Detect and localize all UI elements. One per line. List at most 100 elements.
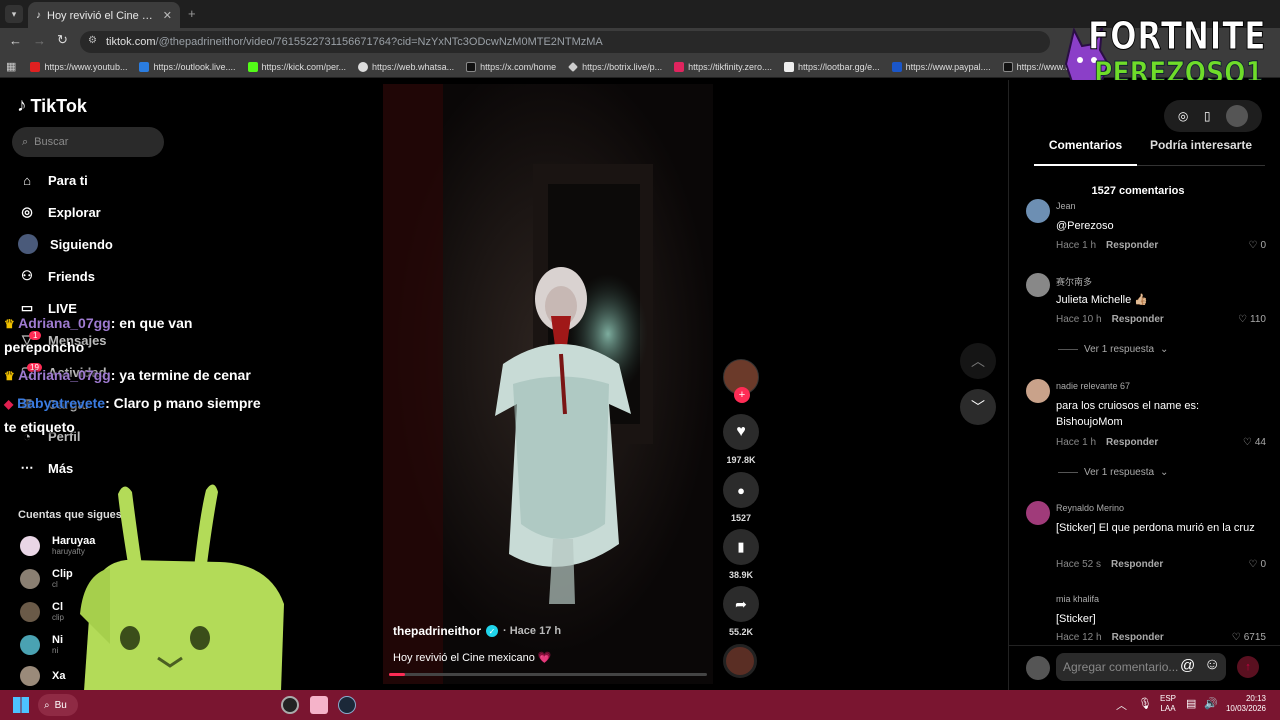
- reload-icon[interactable]: ↻: [57, 32, 68, 48]
- nav-para-ti[interactable]: ⌂ Para ti: [0, 164, 185, 196]
- close-tab-icon[interactable]: ✕: [163, 9, 172, 22]
- lootbar-icon: [784, 61, 795, 72]
- next-video-button[interactable]: ﹀: [960, 389, 996, 425]
- site-info-icon[interactable]: ⚙: [88, 35, 97, 46]
- tab-title: Hoy revivió el Cine mexicano 💗: [47, 9, 157, 22]
- avatar: [1026, 656, 1050, 680]
- steam-icon[interactable]: [338, 696, 356, 714]
- bookmark-youtube[interactable]: https://www.youtub...: [24, 57, 133, 77]
- comment-like[interactable]: ♡ 110: [1238, 314, 1266, 325]
- language-indicator[interactable]: ESP LAA: [1160, 694, 1176, 714]
- post-comment-button[interactable]: ↑: [1237, 656, 1259, 678]
- comment-user[interactable]: 赛尔南多: [1056, 275, 1092, 288]
- heart-icon: ♥: [736, 423, 746, 440]
- gem-icon: ◆: [4, 397, 14, 411]
- mention-icon[interactable]: @: [1180, 657, 1195, 674]
- chat-user: Babyatrevete: [17, 395, 106, 411]
- apps-icon[interactable]: ▦: [6, 60, 16, 73]
- obs-icon[interactable]: [281, 696, 299, 714]
- volume-icon[interactable]: 🔊: [1204, 697, 1218, 710]
- comment-user[interactable]: Jean: [1056, 201, 1076, 211]
- music-disc[interactable]: [723, 644, 757, 678]
- avatar: [1026, 273, 1050, 297]
- avatar: [20, 634, 40, 655]
- comment-meta: Hace 1 h Responder: [1056, 437, 1159, 448]
- comment-like[interactable]: ♡ 0: [1248, 559, 1266, 570]
- compass-icon[interactable]: ◎: [1178, 109, 1188, 123]
- comment-text: [Sticker]: [1056, 613, 1096, 625]
- nav-explorar[interactable]: ◎ Explorar: [0, 196, 185, 228]
- view-replies-button[interactable]: Ver 1 respuesta ⌄: [1058, 467, 1168, 478]
- tab-list-button[interactable]: ▾: [5, 5, 23, 23]
- back-icon[interactable]: ←: [9, 33, 22, 48]
- heart-outline-icon: ♡: [1242, 437, 1252, 448]
- microphone-icon[interactable]: 🎙: [1138, 697, 1152, 710]
- new-tab-button[interactable]: +: [188, 6, 196, 21]
- following-item[interactable]: Cl clip: [20, 601, 64, 622]
- bookmark-whatsapp[interactable]: https://web.whatsa...: [352, 57, 460, 77]
- forward-icon[interactable]: →: [33, 33, 46, 48]
- comment-meta: Hace 12 h Responder: [1056, 632, 1164, 642]
- bookmark-x[interactable]: https://x.com/home: [460, 57, 562, 77]
- browser-tab[interactable]: ♪ Hoy revivió el Cine mexicano 💗 ✕: [28, 2, 180, 28]
- prev-video-button[interactable]: ︿: [960, 343, 996, 379]
- comment-button[interactable]: ●: [723, 472, 759, 508]
- comment-like[interactable]: ♡ 0: [1248, 240, 1266, 251]
- like-button[interactable]: ♥: [723, 414, 759, 450]
- search-input[interactable]: ⌕ Buscar: [12, 127, 164, 157]
- bookmark-tikfinity[interactable]: https://tikfinity.zero....: [668, 57, 778, 77]
- author-avatar[interactable]: +: [723, 359, 759, 403]
- logo-line-1: FORTNITE: [1088, 14, 1267, 59]
- phone-icon[interactable]: ▯: [1204, 109, 1211, 123]
- following-item[interactable]: Ni ni: [20, 634, 63, 655]
- tiktok-logo[interactable]: ♪ TikTok: [17, 95, 87, 117]
- video-author[interactable]: thepadrineithor ✓ · Hace 17 h: [393, 624, 561, 638]
- comment-like[interactable]: ♡ 6715: [1232, 632, 1266, 642]
- bookmark-outlook[interactable]: https://outlook.live....: [133, 57, 241, 77]
- comment-like[interactable]: ♡ 44: [1243, 437, 1266, 448]
- clock[interactable]: 20:13 10/03/2026: [1222, 694, 1266, 714]
- address-bar[interactable]: ⚙ tiktok.com/@thepadrineithor/video/7615…: [80, 31, 1050, 53]
- bookmark-paypal[interactable]: https://www.paypal....: [886, 57, 997, 77]
- reply-button[interactable]: Responder: [1111, 559, 1163, 570]
- chat-message-cont: pereponcho: [4, 339, 85, 355]
- tray-chevron-icon[interactable]: ︿: [1116, 697, 1127, 713]
- nav-siguiendo[interactable]: Siguiendo: [0, 228, 185, 260]
- reply-button[interactable]: Responder: [1106, 240, 1158, 251]
- view-replies-button[interactable]: Ver 1 respuesta ⌄: [1058, 344, 1168, 355]
- comment-input[interactable]: Agregar comentario...: [1056, 653, 1226, 681]
- bookmark-lootbar[interactable]: https://lootbar.gg/e...: [778, 57, 886, 77]
- app-pink-icon[interactable]: [310, 696, 328, 714]
- bookmark-kick[interactable]: https://kick.com/per...: [242, 57, 353, 77]
- reply-button[interactable]: Responder: [1112, 632, 1164, 642]
- taskbar-search[interactable]: ⌕ Bu: [38, 694, 78, 716]
- tab-podria-interesarte[interactable]: Podría interesarte: [1137, 138, 1265, 166]
- youtube-icon: [30, 61, 41, 72]
- reply-button[interactable]: Responder: [1112, 314, 1164, 325]
- windows-start-icon[interactable]: [13, 697, 29, 713]
- screen: ▾ ♪ Hoy revivió el Cine mexicano 💗 ✕ + ←…: [0, 0, 1280, 720]
- following-item[interactable]: Clip cl: [20, 568, 73, 589]
- comment-count: 1527: [730, 513, 752, 523]
- emoji-icon[interactable]: ☺: [1204, 656, 1220, 674]
- avatar[interactable]: [1226, 105, 1249, 127]
- following-item[interactable]: Xa: [20, 666, 65, 686]
- home-icon: ⌂: [23, 172, 31, 188]
- comment-user[interactable]: nadie relevante 67: [1056, 381, 1130, 391]
- comment-user[interactable]: Reynaldo Merino: [1056, 503, 1124, 513]
- bookmark-botrix[interactable]: https://botrix.live/p...: [562, 57, 668, 77]
- heart-outline-icon: ♡: [1231, 632, 1241, 642]
- video-player[interactable]: thepadrineithor ✓ · Hace 17 h Hoy revivi…: [383, 84, 713, 684]
- avatar: [20, 535, 40, 556]
- video-progress-track[interactable]: [389, 673, 707, 676]
- network-icon[interactable]: ▤: [1186, 697, 1196, 710]
- reply-button[interactable]: Responder: [1106, 437, 1158, 448]
- follow-plus-icon[interactable]: +: [734, 387, 750, 403]
- comment-user[interactable]: mia khalifa: [1056, 594, 1099, 604]
- save-button[interactable]: ▮: [723, 529, 759, 565]
- avatar: [1026, 199, 1050, 223]
- save-count: 38.9K: [728, 570, 754, 580]
- tab-comentarios[interactable]: Comentarios: [1034, 138, 1137, 166]
- nav-friends[interactable]: ⚇ Friends: [0, 260, 185, 292]
- share-button[interactable]: ➦: [723, 586, 759, 622]
